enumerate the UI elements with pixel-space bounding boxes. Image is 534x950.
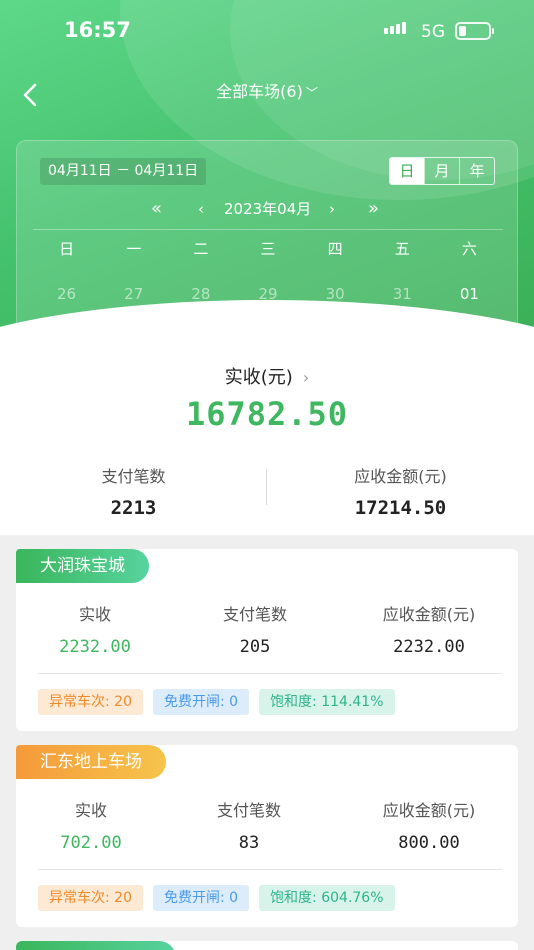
chevron-down-icon — [259, 321, 275, 330]
payments-summary: 支付笔数 2213 — [0, 463, 267, 519]
lot-received: 实收 2232.00 — [30, 601, 160, 657]
saturation-badge: 饱和度: 604.76% — [259, 885, 395, 911]
tab-day[interactable]: 日 — [390, 158, 424, 184]
weekday-label: 日 — [59, 240, 75, 258]
lot-receivable-value: 2232.00 — [393, 637, 465, 657]
lot-card[interactable]: 汇东地上车场 实收 702.00 支付笔数 83 应收金额(元) 800.00 … — [16, 745, 518, 927]
prev-year-button[interactable]: « — [151, 195, 162, 223]
lot-selector[interactable]: 全部车场(6) ﹀ — [0, 78, 534, 102]
date-range[interactable]: 04月11日 － 04月11日 — [40, 158, 207, 185]
lot-card[interactable]: 大润珠宝城 实收 2232.00 支付笔数 205 应收金额(元) 2232.0… — [16, 549, 518, 731]
weekday-label: 三 — [260, 240, 276, 258]
abnormal-count-badge: 异常车次: 20 — [38, 885, 143, 911]
lot-payments-label: 支付笔数 — [222, 605, 287, 624]
calendar-day[interactable]: 26 — [33, 277, 100, 311]
chevron-right-icon: › — [302, 368, 310, 387]
lot-stats: 异常车次: 20 免费开闸: 0 饱和度: 604.76% — [38, 885, 395, 911]
lot-card[interactable] — [16, 941, 518, 950]
lot-name — [16, 941, 176, 950]
signal-icon — [384, 22, 406, 34]
month-label: 2023年04月 — [224, 200, 312, 218]
prev-month-button[interactable]: ‹ — [198, 195, 204, 223]
lot-received-value: 2232.00 — [59, 637, 131, 657]
lot-receivable: 应收金额(元) 2232.00 — [354, 601, 504, 657]
payments-value: 2213 — [110, 497, 157, 519]
weekday-label: 六 — [461, 240, 477, 258]
received-title-label: 实收(元) — [224, 367, 293, 388]
lot-receivable-value: 800.00 — [398, 833, 460, 853]
weekday-label: 二 — [193, 240, 209, 258]
weekday-header: 日 一 二 三 四 五 六 — [33, 229, 503, 268]
lot-received-label: 实收 — [74, 801, 107, 820]
lot-received-label: 实收 — [78, 605, 111, 624]
expand-calendar-button[interactable] — [257, 318, 277, 334]
receivable-value: 17214.50 — [354, 497, 447, 519]
period-switch: 日 月 年 — [389, 157, 495, 185]
status-bar: 16:57 5G — [0, 0, 534, 64]
next-month-button[interactable]: › — [329, 195, 335, 223]
lot-received-value: 702.00 — [60, 833, 122, 853]
lot-receivable-label: 应收金额(元) — [382, 605, 476, 624]
abnormal-count-badge: 异常车次: 20 — [38, 689, 143, 715]
receivable-label: 应收金额(元) — [354, 467, 447, 486]
lot-payments-label: 支付笔数 — [216, 801, 281, 820]
lot-name: 大润珠宝城 — [16, 549, 149, 583]
weekday-label: 五 — [394, 240, 410, 258]
status-time: 16:57 — [64, 18, 131, 42]
lot-received: 实收 702.00 — [26, 797, 156, 853]
received-total: 16782.50 — [185, 395, 349, 433]
lot-payments-value: 83 — [238, 833, 260, 853]
lot-payments: 支付笔数 83 — [184, 797, 314, 853]
lot-receivable: 应收金额(元) 800.00 — [354, 797, 504, 853]
divider — [38, 869, 502, 870]
saturation-badge: 饱和度: 114.41% — [259, 689, 395, 715]
battery-icon — [455, 22, 494, 40]
chevron-down-icon: ﹀ — [305, 86, 318, 100]
payments-label: 支付笔数 — [101, 467, 166, 486]
weekday-label: 一 — [126, 240, 142, 258]
tab-month[interactable]: 月 — [424, 158, 459, 184]
lot-stats: 异常车次: 20 免费开闸: 0 饱和度: 114.41% — [38, 689, 395, 715]
divider — [38, 673, 502, 674]
receivable-summary: 应收金额(元) 17214.50 — [267, 463, 534, 519]
next-year-button[interactable]: » — [368, 195, 379, 223]
network-type: 5G — [421, 22, 445, 42]
free-open-badge: 免费开闸: 0 — [152, 885, 250, 911]
received-title[interactable]: 实收(元) › — [0, 363, 534, 389]
weekday-label: 四 — [327, 240, 343, 258]
lot-selector-label: 全部车场(6) — [216, 82, 303, 101]
lot-payments-value: 205 — [239, 637, 271, 657]
lot-name: 汇东地上车场 — [16, 745, 166, 779]
calendar-day[interactable]: 01 — [436, 277, 503, 311]
tab-year[interactable]: 年 — [459, 158, 494, 184]
lot-payments: 支付笔数 205 — [190, 601, 320, 657]
free-open-badge: 免费开闸: 0 — [152, 689, 250, 715]
header: 16:57 5G 全部车场(6) ﹀ 04月11日 － 04月11日 日 月 年 … — [0, 0, 534, 360]
lot-receivable-label: 应收金额(元) — [382, 801, 476, 820]
month-navigator: « ‹ 2023年04月 › » — [17, 195, 519, 223]
summary-panel: 实收(元) › 16782.50 支付笔数 2213 应收金额(元) 17214.… — [0, 355, 534, 535]
